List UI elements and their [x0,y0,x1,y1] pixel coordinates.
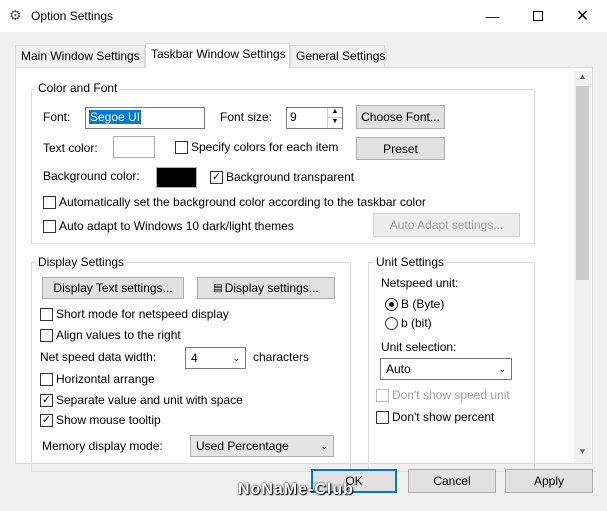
cancel-button[interactable]: Cancel [408,469,496,493]
tab-general[interactable]: General Settings [290,45,385,67]
chevron-down-icon: ⌄ [320,440,328,451]
auto-adapt-checkbox[interactable] [43,220,56,233]
spin-up-icon[interactable]: ▲ [327,108,342,118]
auto-adapt-settings-button[interactable]: Auto Adapt settings... [373,213,520,237]
chevron-down-icon: ⌄ [498,363,506,374]
maximize-button[interactable] [515,0,560,32]
mouse-tooltip-label: Show mouse tooltip [56,413,161,427]
apply-button[interactable]: Apply [505,469,593,493]
memory-mode-value: Used Percentage [196,439,289,453]
window-title: Option Settings [31,9,114,23]
maximize-icon [532,11,543,21]
text-color-swatch[interactable] [113,136,155,158]
unit-byte-label: B (Byte) [401,297,445,311]
font-size-value: 9 [290,110,297,124]
unit-selection-select[interactable]: Auto ⌄ [380,358,512,380]
tab-main-window[interactable]: Main Window Settings [15,45,145,67]
memory-mode-label: Memory display mode: [42,439,163,453]
specify-colors-checkbox[interactable] [175,141,188,154]
unit-selection-value: Auto [386,362,411,376]
preset-button[interactable]: Preset [356,137,445,160]
auto-adapt-label: Auto adapt to Windows 10 dark/light them… [59,219,294,233]
color-font-title: Color and Font [36,81,120,95]
bg-transparent-checkbox[interactable]: ✓ [210,171,223,184]
minimize-icon: — [485,8,500,24]
align-right-label: Align values to the right [56,328,181,342]
dont-show-percent-label: Don't show percent [392,410,495,424]
font-field[interactable]: Segoe UI [85,107,205,129]
horizontal-arrange-label: Horizontal arrange [56,372,155,386]
font-label: Font: [43,110,71,124]
netspeed-unit-label: Netspeed unit: [381,276,459,290]
auto-bg-checkbox[interactable] [43,196,56,209]
net-width-select[interactable]: 4 ⌄ [185,347,246,369]
bg-transparent-label: Background transparent [226,170,355,184]
tab-label: Taskbar Window Settings [151,47,286,61]
short-mode-checkbox[interactable] [40,308,53,321]
tab-label: Main Window Settings [21,49,140,63]
unit-bit-label: b (bit) [401,316,432,330]
align-right-checkbox[interactable] [40,329,53,342]
dont-show-percent-checkbox[interactable] [376,411,389,424]
tab-label: General Settings [296,49,386,63]
minimize-button[interactable]: — [470,0,515,32]
auto-bg-label: Automatically set the background color a… [59,195,426,209]
tab-taskbar-window[interactable]: Taskbar Window Settings [145,43,290,68]
font-value: Segoe UI [89,110,142,124]
bg-color-label: Background color: [43,169,140,183]
font-size-label: Font size: [220,110,273,124]
dont-show-speed-unit-label: Don't show speed unit [392,388,510,402]
horizontal-arrange-checkbox[interactable] [40,373,53,386]
separate-unit-label: Separate value and unit with space [56,393,243,407]
watermark: NoNaMe-Club [238,481,354,498]
net-width-label: Net speed data width: [40,350,157,364]
display-settings-label: Display settings... [224,281,319,295]
dont-show-speed-unit-checkbox[interactable] [376,389,389,402]
net-width-value: 4 [191,351,198,365]
scroll-up-icon[interactable]: ▲ [576,72,589,84]
unit-bit-radio[interactable] [385,317,398,330]
display-text-settings-button[interactable]: Display Text settings... [42,277,184,299]
memory-mode-select[interactable]: Used Percentage ⌄ [190,435,334,457]
characters-label: characters [253,350,310,364]
scroll-down-icon[interactable]: ▼ [576,447,589,459]
choose-font-button[interactable]: Choose Font... [356,105,445,129]
spin-down-icon[interactable]: ▼ [327,118,342,128]
text-color-label: Text color: [43,141,98,155]
chevron-down-icon: ⌄ [232,352,240,363]
separate-unit-checkbox[interactable]: ✓ [40,394,53,407]
display-settings-title: Display Settings [36,255,127,269]
close-icon: ✕ [575,8,590,25]
scrollbar-thumb[interactable] [576,86,589,280]
mouse-tooltip-checkbox[interactable]: ✓ [40,414,53,427]
bg-color-swatch[interactable] [156,167,197,188]
unit-byte-radio[interactable] [385,298,398,311]
short-mode-label: Short mode for netspeed display [56,307,229,321]
unit-settings-title: Unit Settings [374,255,447,269]
display-settings-button[interactable]: ▤ Display settings... [197,277,335,299]
close-button[interactable]: ✕ [560,0,605,32]
gear-icon: ⚙ [9,7,22,23]
specify-colors-label: Specify colors for each item [191,140,339,154]
display-icon: ▤ [213,282,223,294]
unit-selection-label: Unit selection: [381,340,457,354]
